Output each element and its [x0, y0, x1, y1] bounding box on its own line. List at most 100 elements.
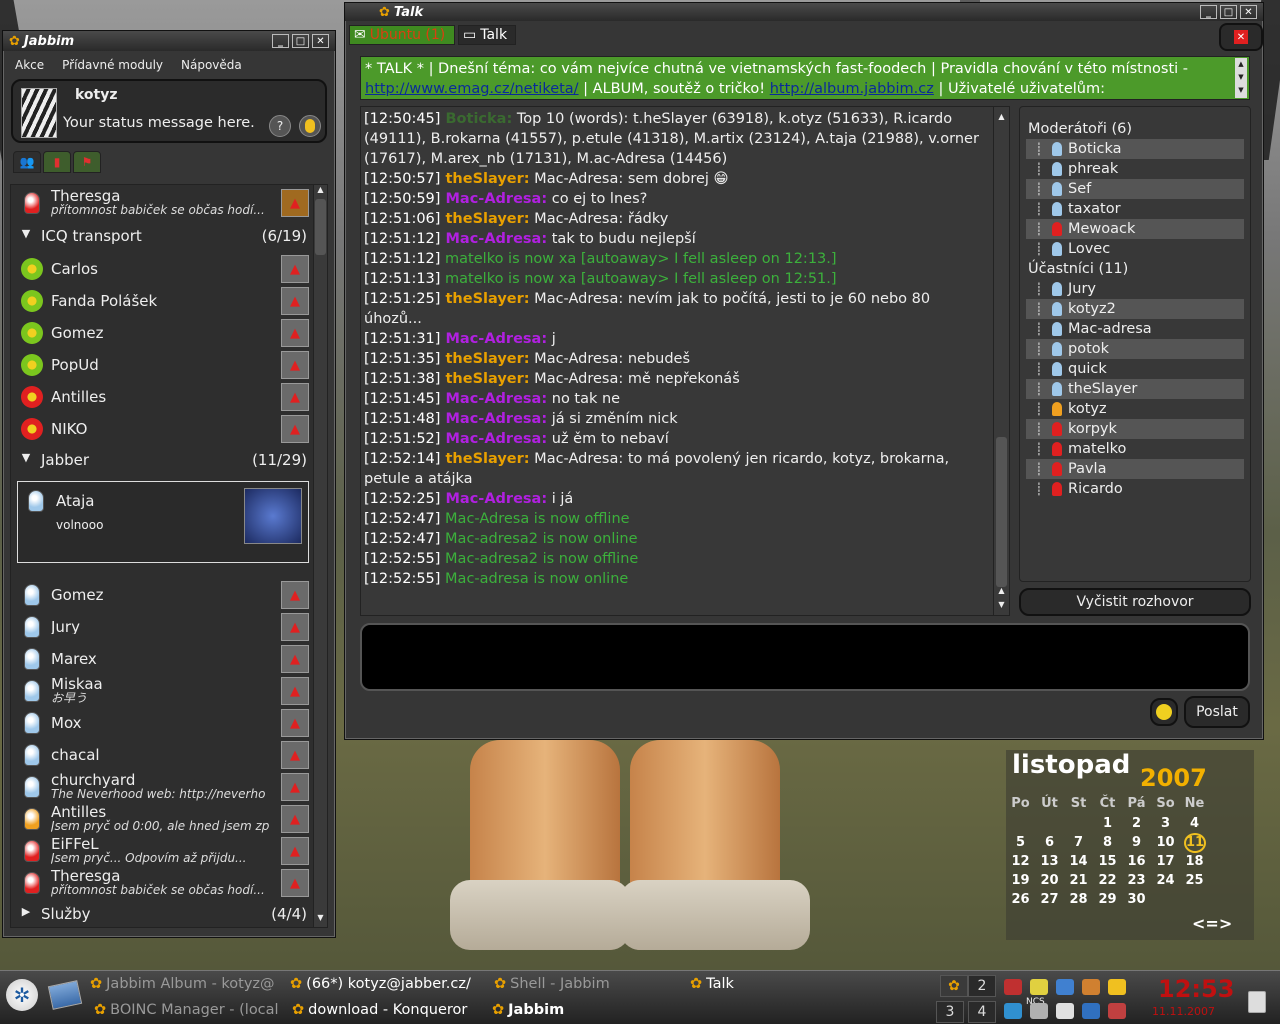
- contact-row[interactable]: churchyard The Neverhood web: http://neve…: [11, 771, 309, 803]
- calendar-day[interactable]: 22: [1093, 873, 1122, 888]
- occupant-item[interactable]: ┊ kotyz: [1026, 399, 1244, 419]
- tab-talk[interactable]: ▭ Talk: [458, 25, 516, 45]
- contact-row[interactable]: Miskaa お早う ▲: [11, 675, 309, 707]
- calendar-day[interactable]: 18: [1180, 854, 1209, 869]
- close-button[interactable]: ✕: [312, 34, 329, 48]
- contact-row[interactable]: EiFFeL Jsem pryč... Odpovím až přijdu... ▲: [11, 835, 309, 867]
- occupant-item[interactable]: ┊ Pavla: [1026, 459, 1244, 479]
- contact-row[interactable]: Fanda Polášek ▲: [11, 285, 309, 317]
- contact-row[interactable]: Jury ▲: [11, 611, 309, 643]
- maximize-button[interactable]: □: [292, 34, 309, 48]
- menu-pridavne-moduly[interactable]: Přídavné moduly: [62, 58, 163, 72]
- calendar-day[interactable]: 2: [1122, 816, 1151, 831]
- message-nick[interactable]: Mac-Adresa:: [440, 331, 548, 347]
- calendar-day[interactable]: 12: [1006, 854, 1035, 869]
- pager-desktop[interactable]: 2: [968, 975, 996, 997]
- topic-link-netiketa[interactable]: http://www.emag.cz/netiketa/: [365, 81, 579, 97]
- taskbar-task[interactable]: ✿ Talk: [690, 976, 734, 992]
- talk-titlebar[interactable]: ✿ Talk _ □ ✕: [345, 3, 1263, 21]
- tab-ubuntu[interactable]: ✉ Ubuntu (1): [349, 25, 455, 45]
- occupant-item[interactable]: ┊ korpyk: [1026, 419, 1244, 439]
- taskbar-task[interactable]: ✿ Shell - Jabbim: [494, 976, 610, 992]
- calendar-day[interactable]: 19: [1006, 873, 1035, 888]
- contact-row[interactable]: NIKO ▲: [11, 413, 309, 445]
- menu-akce[interactable]: Akce: [15, 58, 44, 72]
- message-nick[interactable]: Mac-Adresa:: [440, 391, 548, 407]
- taskbar-task[interactable]: ✿ Jabbim Album - kotyz@: [90, 976, 275, 992]
- calendar-day[interactable]: 27: [1035, 892, 1064, 907]
- calendar-day[interactable]: 20: [1035, 873, 1064, 888]
- pager-desktop[interactable]: 3: [936, 1001, 964, 1023]
- message-input[interactable]: [360, 623, 1250, 691]
- roster-scrollbar[interactable]: ▲ ▼: [313, 185, 327, 927]
- occupant-item[interactable]: ┊ Mewoack: [1026, 219, 1244, 239]
- tab-bookmarks[interactable]: ▮: [43, 151, 71, 173]
- occupant-item[interactable]: ┊ theSlayer: [1026, 379, 1244, 399]
- show-desktop-button[interactable]: [47, 980, 83, 1010]
- calendar-day[interactable]: 26: [1006, 892, 1035, 907]
- tray-icon[interactable]: [1030, 979, 1048, 995]
- calendar-day[interactable]: 17: [1151, 854, 1180, 869]
- roster-group[interactable]: ▶ Služby (4/4): [11, 905, 309, 923]
- calendar-day[interactable]: 10: [1151, 835, 1180, 850]
- calendar-day[interactable]: 16: [1122, 854, 1151, 869]
- occupant-item[interactable]: ┊ Ricardo: [1026, 479, 1244, 499]
- calendar-day[interactable]: 29: [1093, 892, 1122, 907]
- tray-icon[interactable]: [1004, 1003, 1022, 1019]
- message-nick[interactable]: theSlayer:: [440, 351, 530, 367]
- selected-contact[interactable]: Ataja volnooo: [17, 481, 309, 563]
- contact-row[interactable]: Theresga přítomnost babiček se občas hodí…: [11, 867, 309, 899]
- occupant-item[interactable]: ┊ potok: [1026, 339, 1244, 359]
- contact-row[interactable]: PopUd ▲: [11, 349, 309, 381]
- message-nick[interactable]: Mac-Adresa:: [440, 431, 548, 447]
- calendar-day-today[interactable]: 11: [1184, 833, 1206, 853]
- roster-group[interactable]: ▼ Jabber (11/29): [11, 451, 309, 469]
- calendar-day[interactable]: 6: [1035, 835, 1064, 850]
- occupant-item[interactable]: ┊ Mac-adresa: [1026, 319, 1244, 339]
- tab-flag[interactable]: ⚑: [73, 151, 101, 173]
- taskbar-task[interactable]: ✿ Jabbim: [492, 1002, 564, 1018]
- contact-row[interactable]: Antilles Jsem pryč od 0:00, ale hned jsem…: [11, 803, 309, 835]
- contact-row[interactable]: Gomez ▲: [11, 317, 309, 349]
- taskbar-task[interactable]: ✿ (66*) kotyz@jabber.cz/: [290, 976, 471, 992]
- calendar-day[interactable]: 3: [1151, 816, 1180, 831]
- tray-icon[interactable]: [1004, 979, 1022, 995]
- message-nick[interactable]: theSlayer:: [440, 211, 530, 227]
- occupant-item[interactable]: ┊ matelko: [1026, 439, 1244, 459]
- calendar-day[interactable]: 28: [1064, 892, 1093, 907]
- occupant-item[interactable]: ┊ Jury: [1026, 279, 1244, 299]
- talk-close-window-button[interactable]: ✕: [1240, 5, 1257, 19]
- occupant-item[interactable]: ┊ Sef: [1026, 179, 1244, 199]
- clear-conversation-button[interactable]: Vyčistit rozhovor: [1019, 588, 1251, 616]
- message-nick[interactable]: theSlayer:: [440, 371, 530, 387]
- calendar-day[interactable]: 7: [1064, 835, 1093, 850]
- chat-scrollbar[interactable]: ▲ ▲ ▼: [993, 107, 1009, 615]
- jabbim-titlebar[interactable]: ✿ Jabbim _ □ ✕: [3, 31, 335, 51]
- trash-icon[interactable]: [1248, 991, 1266, 1013]
- close-tab-button[interactable]: ✕: [1219, 23, 1263, 51]
- calendar-day[interactable]: 23: [1122, 873, 1151, 888]
- calendar-day[interactable]: 13: [1035, 854, 1064, 869]
- message-nick[interactable]: theSlayer:: [440, 291, 530, 307]
- calendar-day[interactable]: 15: [1093, 854, 1122, 869]
- pager-desktop-1[interactable]: ✿: [940, 975, 968, 997]
- contact-row[interactable]: Antilles ▲: [11, 381, 309, 413]
- tray-icon[interactable]: [1108, 1003, 1126, 1019]
- calendar-day[interactable]: 25: [1180, 873, 1209, 888]
- message-nick[interactable]: Mac-Adresa:: [440, 491, 548, 507]
- tab-contacts[interactable]: 👥: [13, 151, 41, 173]
- topic-link-album[interactable]: http://album.jabbim.cz: [770, 81, 934, 97]
- occupant-item[interactable]: ┊ kotyz2: [1026, 299, 1244, 319]
- calendar-day[interactable]: 14: [1064, 854, 1093, 869]
- status-bulb-button[interactable]: [299, 115, 321, 137]
- contact-row[interactable]: chacal ▲: [11, 739, 309, 771]
- talk-minimize-button[interactable]: _: [1200, 5, 1217, 19]
- calendar-day[interactable]: 5: [1006, 835, 1035, 850]
- tray-icon[interactable]: [1108, 979, 1126, 995]
- send-button[interactable]: Poslat: [1184, 696, 1250, 728]
- emoticon-button[interactable]: [1150, 698, 1178, 726]
- status-message[interactable]: Your status message here.: [63, 115, 255, 131]
- calendar-day[interactable]: 9: [1122, 835, 1151, 850]
- tray-icon[interactable]: [1082, 1003, 1100, 1019]
- menu-napoveda[interactable]: Nápověda: [181, 58, 242, 72]
